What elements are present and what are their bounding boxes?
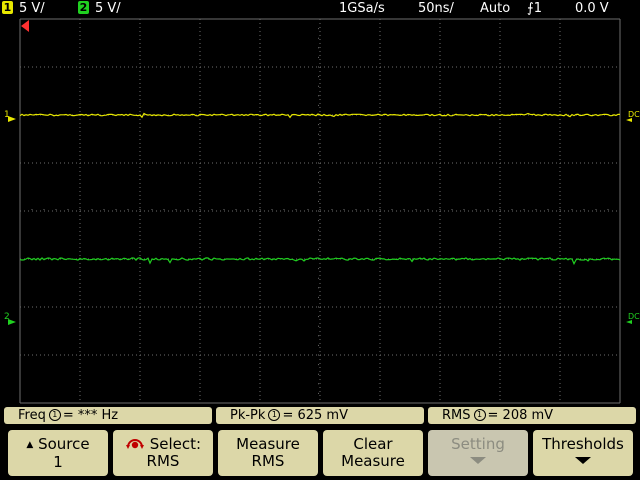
- measurement-freq: Freq 1 = *** Hz: [4, 407, 212, 424]
- measurement-name: Pk-Pk: [230, 408, 266, 423]
- source-circle-icon: 1: [473, 408, 486, 421]
- clear-measure-softkey[interactable]: Clear Measure: [323, 430, 423, 476]
- measurement-value: *** Hz: [77, 408, 119, 423]
- setting-softkey[interactable]: Setting: [428, 430, 528, 476]
- ch2-coupling-label: DC: [628, 312, 640, 321]
- ch1-ground-marker[interactable]: 1: [4, 110, 16, 122]
- measurement-value: 625 mV: [297, 408, 348, 423]
- graticule: [19, 18, 621, 404]
- sample-rate: 1GSa/s: [339, 1, 385, 16]
- source-circle-icon: 1: [48, 408, 61, 421]
- measurement-value: 208 mV: [502, 408, 554, 423]
- ch2-marker-arrow: [8, 319, 16, 325]
- ch2-badge: 2: [78, 1, 89, 14]
- ch2-trace: [19, 257, 621, 266]
- softkey-label: Measure: [236, 435, 300, 453]
- status-bar: 15 V/ 25 V/ 1GSa/s 50ns/ Auto ⨍1 0.0 V: [0, 0, 640, 18]
- waveform-plot: 1 2 DC DC: [4, 18, 640, 404]
- rotary-knob-icon: [125, 439, 144, 449]
- ch1-scale-readout[interactable]: 1 5 V/: [2, 1, 45, 17]
- softkey-value: RMS: [251, 452, 285, 470]
- down-arrow-icon: [470, 457, 486, 464]
- softkey-value: RMS: [146, 452, 180, 470]
- ch2-ground-marker[interactable]: 2: [4, 312, 16, 325]
- trigger-edge-icon: ⨍: [527, 1, 534, 16]
- measurement-rms: RMS 1 = 208 mV: [428, 407, 636, 424]
- softkey-label: Clear: [353, 435, 393, 453]
- timebase-readout[interactable]: 50ns/: [418, 1, 454, 17]
- measurement-pkpk: Pk-Pk 1 = 625 mV: [216, 407, 424, 424]
- ch2-scale: 5 V/: [95, 1, 121, 16]
- trigger-position-icon[interactable]: [21, 20, 29, 32]
- ch2-coupling-indicator: DC: [626, 312, 640, 324]
- ch1-scale: 5 V/: [19, 1, 45, 16]
- measurement-name: Freq: [18, 408, 46, 423]
- softkey-value: Measure: [341, 452, 405, 470]
- measure-rms-softkey[interactable]: Measure RMS: [218, 430, 318, 476]
- source-softkey[interactable]: ▲ Source 1: [8, 430, 108, 476]
- ch1-coupling-label: DC: [628, 110, 640, 119]
- trigger-mode[interactable]: Auto: [480, 1, 510, 17]
- ch1-marker-arrow: [8, 116, 16, 122]
- softkey-label: Setting: [451, 435, 505, 453]
- softkey-value: 1: [53, 453, 63, 471]
- source-circle-icon: 1: [268, 408, 281, 421]
- ch1-trace: [19, 112, 621, 119]
- select-softkey[interactable]: Select: RMS: [113, 430, 213, 476]
- measurement-name: RMS: [442, 408, 471, 423]
- waveform-display[interactable]: 1 2 DC DC: [0, 18, 640, 406]
- down-arrow-icon: [575, 457, 591, 464]
- ch1-badge: 1: [2, 1, 13, 14]
- softkey-label: Source: [38, 435, 90, 453]
- trigger-source: 1: [533, 1, 543, 16]
- softkey-label: Thresholds: [542, 435, 624, 453]
- trigger-level: 0.0 V: [575, 1, 609, 16]
- ch1-coupling-indicator: DC: [626, 110, 640, 122]
- softkey-label: Select:: [149, 435, 202, 453]
- thresholds-softkey[interactable]: Thresholds: [533, 430, 633, 476]
- trigger-source-readout[interactable]: ⨍1: [527, 1, 542, 17]
- ch2-scale-readout[interactable]: 2 5 V/: [78, 1, 121, 17]
- up-arrow-icon: ▲: [26, 440, 34, 450]
